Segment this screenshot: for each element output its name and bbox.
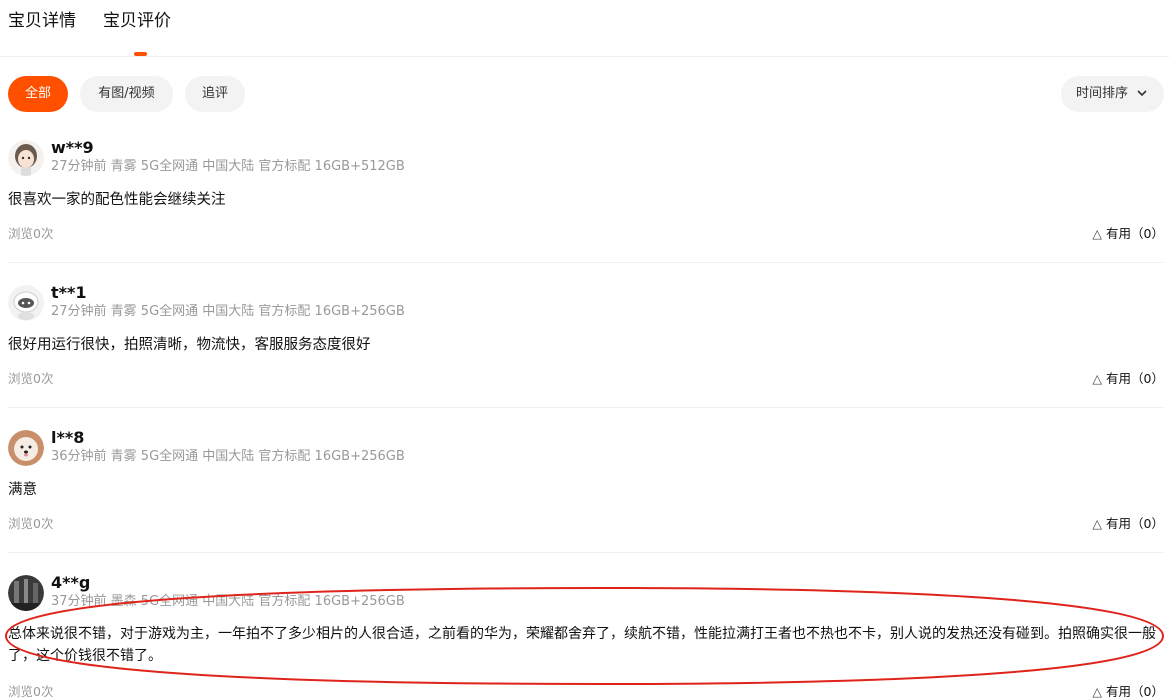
active-tab-indicator xyxy=(134,52,147,56)
view-count: 浏览0次 xyxy=(8,371,54,386)
sort-label: 时间排序 xyxy=(1076,86,1129,101)
useful-button[interactable]: △ 有用（0） xyxy=(1092,683,1164,700)
view-count: 浏览0次 xyxy=(8,684,54,699)
useful-label: 有用（0） xyxy=(1106,516,1164,531)
triangle-outline-icon: △ xyxy=(1092,371,1103,386)
chevron-down-icon xyxy=(1137,90,1147,97)
useful-label: 有用（0） xyxy=(1106,684,1164,699)
triangle-outline-icon: △ xyxy=(1092,226,1103,241)
divider xyxy=(8,552,1164,553)
review-content: 很喜欢一家的配色性能会继续关注 xyxy=(8,192,226,208)
reviewer-name: w**9 xyxy=(51,138,94,157)
divider xyxy=(8,407,1164,408)
user-avatar xyxy=(8,285,44,321)
review-content: 很好用运行很快，拍照清晰，物流快，客服服务态度很好 xyxy=(8,337,371,353)
review-meta: 37分钟前 墨森 5G全网通 中国大陆 官方标配 16GB+256GB xyxy=(51,594,405,609)
useful-button[interactable]: △ 有用（0） xyxy=(1092,370,1164,387)
tab-product-details[interactable]: 宝贝详情 xyxy=(8,9,76,33)
reviewer-name: l**8 xyxy=(51,428,85,447)
sort-dropdown[interactable]: 时间排序 xyxy=(1061,76,1164,112)
triangle-outline-icon: △ xyxy=(1092,684,1103,699)
tab-product-reviews[interactable]: 宝贝评价 xyxy=(103,9,171,33)
avatar-dark-photo-icon xyxy=(8,575,44,611)
review-filter-bar: 全部 有图/视频 追评 时间排序 xyxy=(0,76,1169,112)
tab-bar: 宝贝详情 宝贝评价 xyxy=(0,0,1169,57)
filter-with-media-button[interactable]: 有图/视频 xyxy=(80,76,173,112)
view-count: 浏览0次 xyxy=(8,516,54,531)
review-meta: 27分钟前 青雾 5G全网通 中国大陆 官方标配 16GB+512GB xyxy=(51,159,405,174)
user-avatar xyxy=(8,575,44,611)
view-count: 浏览0次 xyxy=(8,226,54,241)
reviewer-name: 4**g xyxy=(51,573,91,592)
useful-button[interactable]: △ 有用（0） xyxy=(1092,225,1164,242)
avatar-default-robot-icon xyxy=(8,285,44,321)
review-content: 总体来说很不错，对于游戏为主，一年拍不了多少相片的人很合适，之前看的华为，荣耀都… xyxy=(8,626,1156,664)
review-meta: 36分钟前 青雾 5G全网通 中国大陆 官方标配 16GB+256GB xyxy=(51,449,405,464)
filter-all-button[interactable]: 全部 xyxy=(8,76,68,112)
useful-label: 有用（0） xyxy=(1106,226,1164,241)
user-avatar xyxy=(8,140,44,176)
review-content: 满意 xyxy=(8,482,37,498)
useful-button[interactable]: △ 有用（0） xyxy=(1092,515,1164,532)
reviewer-name: t**1 xyxy=(51,283,87,302)
user-avatar xyxy=(8,430,44,466)
filter-followup-button[interactable]: 追评 xyxy=(185,76,245,112)
useful-label: 有用（0） xyxy=(1106,371,1164,386)
avatar-cartoon-girl-icon xyxy=(8,140,44,176)
avatar-dog-icon xyxy=(8,430,44,466)
divider xyxy=(8,262,1164,263)
review-meta: 27分钟前 青雾 5G全网通 中国大陆 官方标配 16GB+256GB xyxy=(51,304,405,319)
triangle-outline-icon: △ xyxy=(1092,516,1103,531)
